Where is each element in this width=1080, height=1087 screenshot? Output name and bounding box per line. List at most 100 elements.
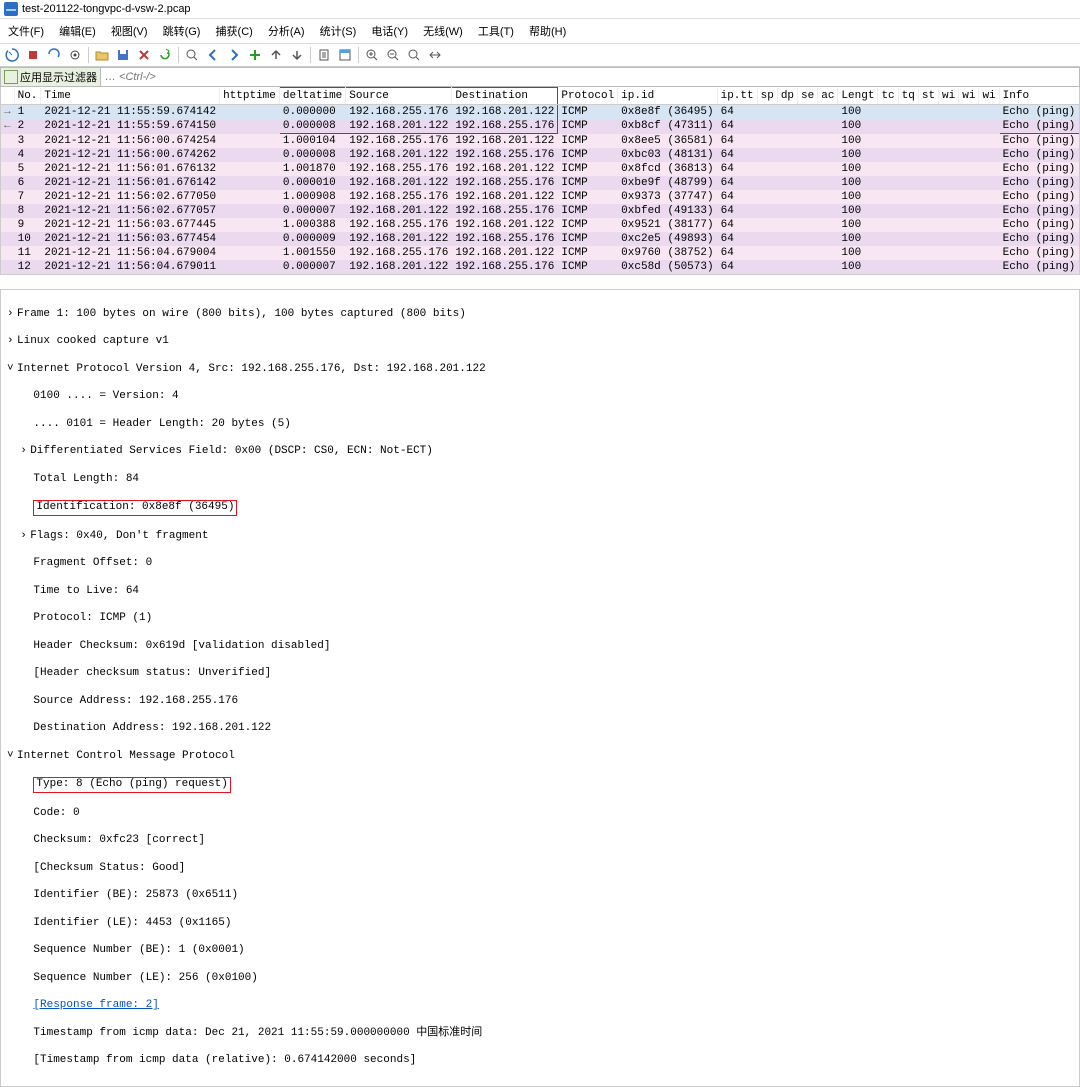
col-Protocol[interactable]: Protocol [558, 88, 618, 105]
detail-icmp[interactable]: Internet Control Message Protocol [17, 750, 235, 762]
go-to-packet-icon[interactable] [245, 45, 265, 65]
filter-bookmark-icon[interactable]: 应用显示过滤器 [1, 68, 101, 86]
detail-flags[interactable]: Flags: 0x40, Don't fragment [30, 530, 208, 542]
detail-protocol[interactable]: Protocol: ICMP (1) [33, 612, 152, 624]
detail-total-len[interactable]: Total Length: 84 [33, 473, 139, 485]
col-deltatime[interactable]: deltatime [279, 88, 345, 105]
col-Lengt[interactable]: Lengt [838, 88, 878, 105]
auto-scroll-icon[interactable] [314, 45, 334, 65]
column-headers[interactable]: No.TimehttptimedeltatimeSourceDestinatio… [1, 88, 1080, 105]
packet-details-pane[interactable]: ›Frame 1: 100 bytes on wire (800 bits), … [0, 289, 1080, 1087]
col-arrow[interactable] [1, 88, 14, 105]
zoom-in-icon[interactable] [362, 45, 382, 65]
detail-hdr-checksum-status[interactable]: [Header checksum status: Unverified] [33, 667, 271, 679]
detail-frag-offset[interactable]: Fragment Offset: 0 [33, 557, 152, 569]
display-filter-input[interactable] [101, 69, 1079, 85]
col-Info[interactable]: Info [999, 88, 1080, 105]
detail-dst-addr[interactable]: Destination Address: 192.168.201.122 [33, 722, 271, 734]
col-sp[interactable]: sp [757, 88, 777, 105]
menu-help[interactable]: 帮助(H) [523, 21, 572, 41]
col-st[interactable]: st [918, 88, 938, 105]
detail-frame[interactable]: Frame 1: 100 bytes on wire (800 bits), 1… [17, 308, 466, 320]
col-tq[interactable]: tq [898, 88, 918, 105]
detail-version[interactable]: 0100 .... = Version: 4 [33, 390, 178, 402]
stop-capture-icon[interactable] [23, 45, 43, 65]
detail-ipv4[interactable]: Internet Protocol Version 4, Src: 192.16… [17, 363, 486, 375]
go-last-icon[interactable] [287, 45, 307, 65]
detail-seq-le[interactable]: Sequence Number (LE): 256 (0x0100) [33, 972, 257, 984]
detail-ts-rel[interactable]: [Timestamp from icmp data (relative): 0.… [33, 1054, 416, 1066]
detail-response-frame-link[interactable]: [Response frame: 2] [33, 999, 158, 1011]
zoom-reset-icon[interactable] [404, 45, 424, 65]
close-file-icon[interactable] [134, 45, 154, 65]
col-wi[interactable]: wi [959, 88, 979, 105]
col-Time[interactable]: Time [41, 88, 220, 105]
col-No.[interactable]: No. [14, 88, 41, 105]
packet-row[interactable]: 122021-12-21 11:56:04.6790110.000007192.… [1, 260, 1080, 274]
menu-wireless[interactable]: 无线(W) [417, 21, 469, 41]
col-Destination[interactable]: Destination [452, 88, 558, 105]
col-ip.id[interactable]: ip.id [618, 88, 717, 105]
zoom-out-icon[interactable] [383, 45, 403, 65]
find-packet-icon[interactable] [182, 45, 202, 65]
packet-row[interactable]: 92021-12-21 11:56:03.6774451.000388192.1… [1, 218, 1080, 232]
col-wi[interactable]: wi [979, 88, 999, 105]
detail-ident-le[interactable]: Identifier (LE): 4453 (0x1165) [33, 917, 231, 929]
save-file-icon[interactable] [113, 45, 133, 65]
col-dp[interactable]: dp [777, 88, 797, 105]
detail-icmp-checksum[interactable]: Checksum: 0xfc23 [correct] [33, 834, 205, 846]
menu-view[interactable]: 视图(V) [105, 21, 154, 41]
detail-hdr-checksum[interactable]: Header Checksum: 0x619d [validation disa… [33, 640, 330, 652]
detail-ts[interactable]: Timestamp from icmp data: Dec 21, 2021 1… [33, 1027, 482, 1039]
detail-icmp-type[interactable]: Type: 8 (Echo (ping) request) [33, 777, 230, 793]
col-wi[interactable]: wi [939, 88, 959, 105]
menu-telephony[interactable]: 电话(Y) [365, 21, 414, 41]
colorize-icon[interactable] [335, 45, 355, 65]
menu-tools[interactable]: 工具(T) [472, 21, 520, 41]
menu-file[interactable]: 文件(F) [2, 21, 50, 41]
resize-columns-icon[interactable] [425, 45, 445, 65]
col-ip.tt[interactable]: ip.tt [717, 88, 757, 105]
detail-icmp-checksum-status[interactable]: [Checksum Status: Good] [33, 862, 185, 874]
detail-hdr-len[interactable]: .... 0101 = Header Length: 20 bytes (5) [33, 418, 290, 430]
packet-row[interactable]: 112021-12-21 11:56:04.6790041.001550192.… [1, 246, 1080, 260]
col-Source[interactable]: Source [346, 88, 452, 105]
packet-row[interactable]: →12021-12-21 11:55:59.6741420.000000192.… [1, 105, 1080, 120]
menu-capture[interactable]: 捕获(C) [210, 21, 259, 41]
go-forward-icon[interactable] [224, 45, 244, 65]
col-se[interactable]: se [798, 88, 818, 105]
detail-identification[interactable]: Identification: 0x8e8f (36495) [33, 500, 237, 516]
detail-icmp-code[interactable]: Code: 0 [33, 807, 79, 819]
packet-row[interactable]: 62021-12-21 11:56:01.6761420.000010192.1… [1, 176, 1080, 190]
go-back-icon[interactable] [203, 45, 223, 65]
detail-dsf[interactable]: Differentiated Services Field: 0x00 (DSC… [30, 445, 433, 457]
packet-row[interactable]: 52021-12-21 11:56:01.6761321.001870192.1… [1, 162, 1080, 176]
detail-src-addr[interactable]: Source Address: 192.168.255.176 [33, 695, 238, 707]
col-ac[interactable]: ac [818, 88, 838, 105]
detail-ttl[interactable]: Time to Live: 64 [33, 585, 139, 597]
menu-analyze[interactable]: 分析(A) [262, 21, 311, 41]
packet-row[interactable]: 42021-12-21 11:56:00.6742620.000008192.1… [1, 148, 1080, 162]
packet-list-pane[interactable]: No.TimehttptimedeltatimeSourceDestinatio… [0, 87, 1080, 275]
packet-row[interactable]: 82021-12-21 11:56:02.6770570.000007192.1… [1, 204, 1080, 218]
window-title: test-201122-tongvpc-d-vsw-2.pcap [22, 3, 191, 15]
open-file-icon[interactable] [92, 45, 112, 65]
reload-icon[interactable] [155, 45, 175, 65]
start-capture-icon[interactable] [2, 45, 22, 65]
packet-row[interactable]: 102021-12-21 11:56:03.6774540.000009192.… [1, 232, 1080, 246]
go-first-icon[interactable] [266, 45, 286, 65]
packet-row[interactable]: 32021-12-21 11:56:00.6742541.000104192.1… [1, 134, 1080, 149]
detail-linux-cooked[interactable]: Linux cooked capture v1 [17, 335, 169, 347]
menu-stats[interactable]: 统计(S) [314, 21, 363, 41]
col-httptime[interactable]: httptime [220, 88, 280, 105]
menu-edit[interactable]: 编辑(E) [53, 21, 102, 41]
capture-options-icon[interactable] [65, 45, 85, 65]
main-toolbar [0, 44, 1080, 67]
menu-go[interactable]: 跳转(G) [157, 21, 207, 41]
packet-row[interactable]: ←22021-12-21 11:55:59.6741500.000008192.… [1, 119, 1080, 134]
detail-seq-be[interactable]: Sequence Number (BE): 1 (0x0001) [33, 944, 244, 956]
packet-row[interactable]: 72021-12-21 11:56:02.6770501.000908192.1… [1, 190, 1080, 204]
col-tc[interactable]: tc [878, 88, 898, 105]
restart-capture-icon[interactable] [44, 45, 64, 65]
detail-ident-be[interactable]: Identifier (BE): 25873 (0x6511) [33, 889, 238, 901]
